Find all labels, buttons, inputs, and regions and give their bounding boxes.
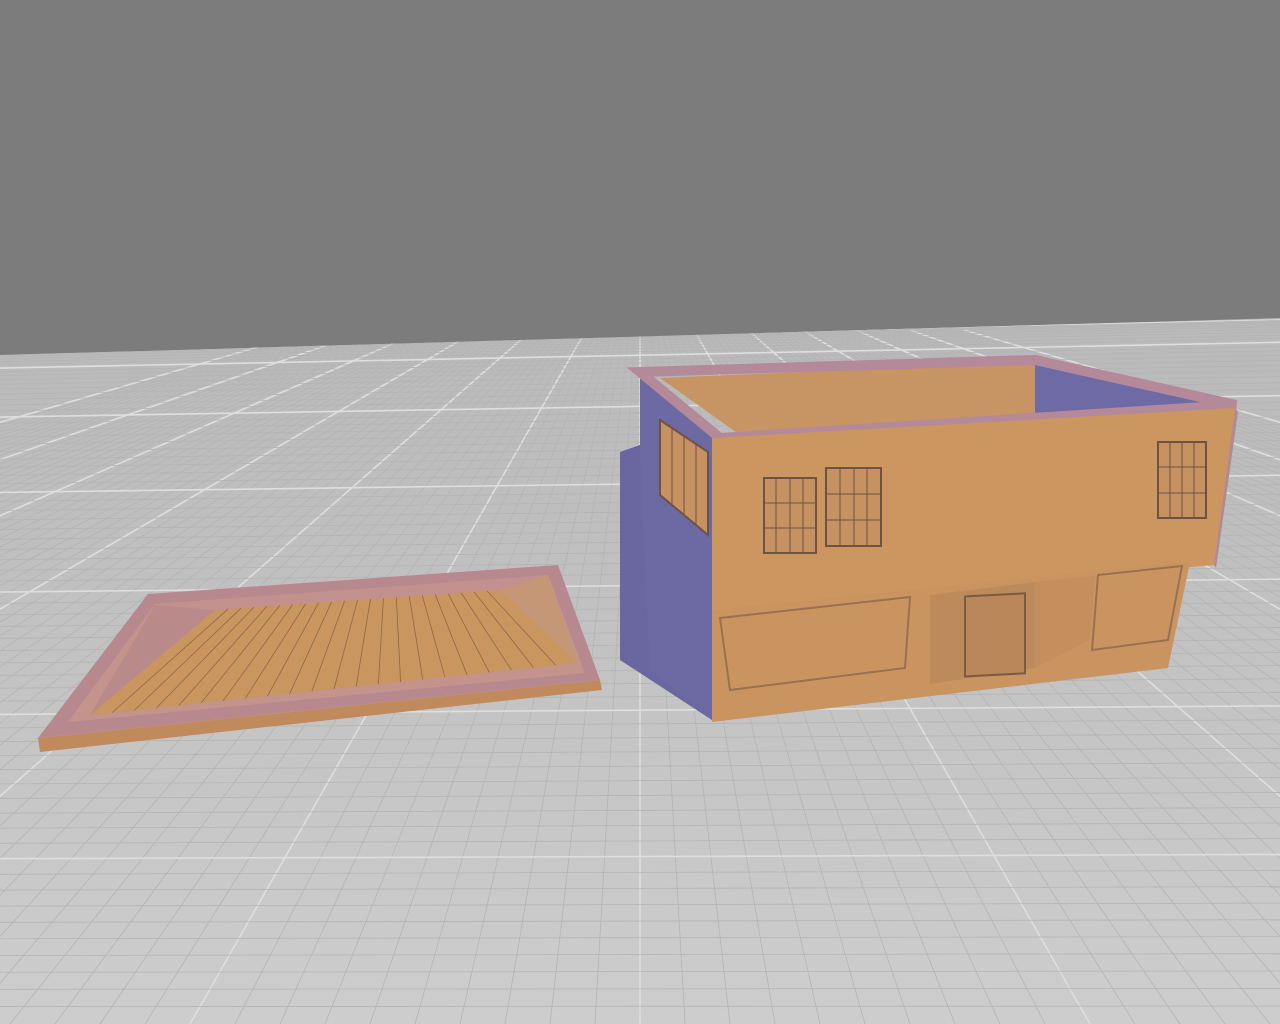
scene-canvas[interactable]: [0, 0, 1280, 1024]
window-right: [1157, 441, 1207, 519]
window-left-1: [763, 477, 817, 554]
3d-viewport[interactable]: [0, 0, 1280, 1024]
window-left-2: [825, 467, 882, 547]
front-door: [964, 592, 1026, 678]
building-shell-model[interactable]: [620, 354, 1238, 722]
